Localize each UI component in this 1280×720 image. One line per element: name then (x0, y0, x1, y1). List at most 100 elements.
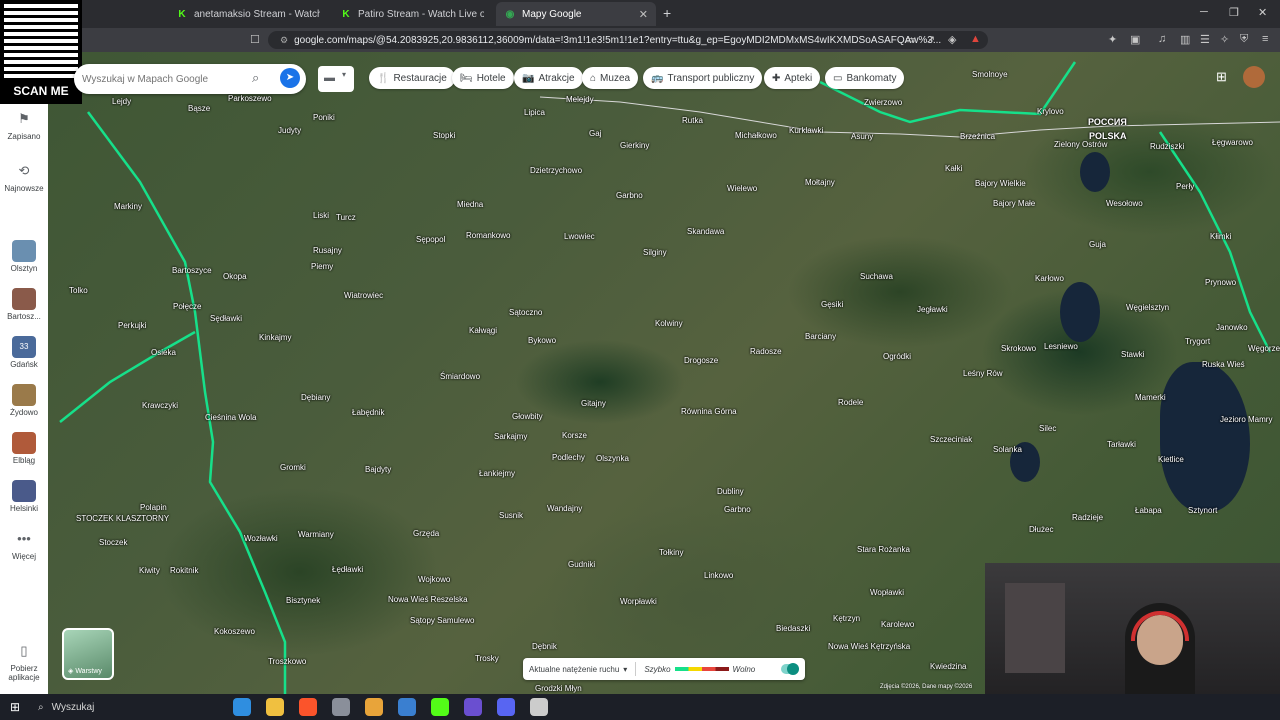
place-label[interactable]: Łankiejmy (479, 469, 515, 478)
place-label[interactable]: Bajdyty (365, 465, 391, 474)
place-label[interactable]: Kwiedzina (930, 662, 966, 671)
place-label[interactable]: Cieśnina Wola (205, 413, 256, 422)
tab-google-maps[interactable]: ◉ Mapy Google ✕ (496, 2, 656, 26)
bookmark-icon[interactable]: ☐ (250, 33, 260, 46)
place-label[interactable]: Janowko (1216, 323, 1248, 332)
address-bar[interactable]: ⚙ google.com/maps/@54.2083925,20.9836112… (268, 31, 988, 49)
place-label[interactable]: Warmiany (298, 530, 334, 539)
place-label[interactable]: Głowbity (512, 412, 543, 421)
place-label[interactable]: Radosze (750, 347, 782, 356)
avatar[interactable] (1243, 66, 1265, 88)
place-label[interactable]: Wandajny (547, 504, 582, 513)
place-label[interactable]: Łabapa (1135, 506, 1162, 515)
directions-icon[interactable]: ➤ (280, 68, 300, 88)
place-label[interactable]: Jezioro Mamry (1220, 415, 1272, 424)
place-label[interactable]: Bajory Wielkie (975, 179, 1026, 188)
place-label[interactable]: Kałki (945, 164, 962, 173)
chip-restaurants[interactable]: 🍴 Restauracje (369, 67, 455, 89)
place-label[interactable]: Tarławki (1107, 440, 1136, 449)
recent-zydowo[interactable]: Żydowo (0, 384, 48, 417)
place-label[interactable]: Melejdy (566, 95, 594, 104)
app-icon[interactable] (332, 698, 350, 716)
place-label[interactable]: Łęgwarowo (1212, 138, 1253, 147)
chip-pharmacies[interactable]: ✚ Apteki (764, 67, 821, 89)
place-label[interactable]: Bąsze (188, 104, 210, 113)
place-label[interactable]: Mołtajny (805, 178, 835, 187)
place-label[interactable]: Markiny (114, 202, 142, 211)
traffic-mode-label[interactable]: Aktualne natężenie ruchu (529, 665, 619, 674)
place-label[interactable]: Sędławki (210, 314, 242, 323)
place-label[interactable]: Gęsiki (821, 300, 843, 309)
place-label[interactable]: Kolwiny (655, 319, 683, 328)
place-label[interactable]: Lejdy (112, 97, 131, 106)
place-label[interactable]: Bisztynek (286, 596, 320, 605)
place-label[interactable]: Nowa Wieś Reszelska (388, 595, 468, 604)
place-label[interactable]: Ruska Wieś (1202, 360, 1245, 369)
traffic-toggle[interactable] (781, 663, 799, 675)
place-label[interactable]: Wopławki (870, 588, 904, 597)
place-label[interactable]: Kinkajmy (259, 333, 291, 342)
place-label[interactable]: Sarkajmy (494, 432, 527, 441)
place-label[interactable]: Solanka (993, 445, 1022, 454)
place-label[interactable]: Trosky (475, 654, 499, 663)
place-label[interactable]: Lwowiec (564, 232, 595, 241)
saved-button[interactable]: ⚑ Zapisano (0, 108, 48, 141)
discord-app-icon[interactable] (497, 698, 515, 716)
brave-shield-icon[interactable]: ◈ (948, 33, 956, 46)
place-label[interactable]: Dębiany (301, 393, 330, 402)
place-label[interactable]: Lesniewo (1044, 342, 1078, 351)
place-label[interactable]: Węgielsztyn (1126, 303, 1169, 312)
place-label[interactable]: Wesołowo (1106, 199, 1143, 208)
place-label[interactable]: Sztynort (1188, 506, 1217, 515)
brave-rewards-icon[interactable]: ▲ (970, 33, 981, 45)
place-label[interactable]: Podlechy (552, 453, 585, 462)
place-label[interactable]: Skandawa (687, 227, 724, 236)
recent-elblag[interactable]: Elbląg (0, 432, 48, 465)
place-label[interactable]: Stawki (1121, 350, 1145, 359)
place-label[interactable]: Susnik (499, 511, 523, 520)
place-label[interactable]: Trygort (1185, 337, 1210, 346)
place-label[interactable]: Miedna (457, 200, 483, 209)
place-label[interactable]: Grodzki Młyn (535, 684, 582, 693)
place-label[interactable]: Parkoszewo (228, 94, 272, 103)
place-label[interactable]: Brzeźnica (960, 132, 995, 141)
place-label[interactable]: Michałkowo (735, 131, 777, 140)
place-label[interactable]: Silec (1039, 424, 1056, 433)
place-label[interactable]: Grzęda (413, 529, 439, 538)
tab-patiro[interactable]: K Patiro Stream - Watch Live on Kick (332, 2, 492, 26)
place-label[interactable]: Worpławki (620, 597, 657, 606)
place-label[interactable]: Kurklawki (789, 126, 823, 135)
place-label[interactable]: Równina Górna (681, 407, 737, 416)
brave-app-icon[interactable] (299, 698, 317, 716)
chevron-down-icon[interactable]: ▾ (623, 665, 627, 674)
place-label[interactable]: Gitajny (581, 399, 606, 408)
leo-icon[interactable]: ✧ (1220, 33, 1229, 46)
place-label[interactable]: Lipica (524, 108, 545, 117)
recent-helsinki[interactable]: Helsinki (0, 480, 48, 513)
place-label[interactable]: Gudniki (568, 560, 595, 569)
place-label[interactable]: Turcz (336, 213, 356, 222)
app-icon[interactable] (398, 698, 416, 716)
extensions-icon[interactable]: ✦ (1108, 33, 1117, 46)
chip-hotels[interactable]: 🛏 Hotele (452, 67, 514, 89)
menu-icon[interactable]: ≡ (1262, 33, 1268, 45)
place-label[interactable]: Rokitnik (170, 566, 198, 575)
cast-icon[interactable]: ▭ (905, 33, 915, 46)
place-label[interactable]: Zwierzowo (864, 98, 902, 107)
sidebar-icon[interactable]: ▥ (1180, 33, 1190, 46)
place-label[interactable]: Rusajny (313, 246, 342, 255)
windows-start-icon[interactable]: ⊞ (10, 700, 20, 714)
close-tab-icon[interactable]: ✕ (639, 8, 648, 21)
place-label[interactable]: Radzieje (1072, 513, 1103, 522)
place-label[interactable]: Węgorzewo (1248, 344, 1280, 353)
recent-bartoszyce[interactable]: Bartosz... (0, 288, 48, 321)
apps-grid-icon[interactable]: ⊞ (1216, 69, 1227, 85)
place-label[interactable]: Sątopy Samulewo (410, 616, 474, 625)
place-label[interactable]: Garbno (616, 191, 643, 200)
edge-app-icon[interactable] (233, 698, 251, 716)
place-label[interactable]: Dębnik (532, 642, 557, 651)
place-label[interactable]: Łędławki (332, 565, 363, 574)
place-label[interactable]: Prynowo (1205, 278, 1236, 287)
place-label[interactable]: Okopa (223, 272, 247, 281)
place-label[interactable]: Barciany (805, 332, 836, 341)
